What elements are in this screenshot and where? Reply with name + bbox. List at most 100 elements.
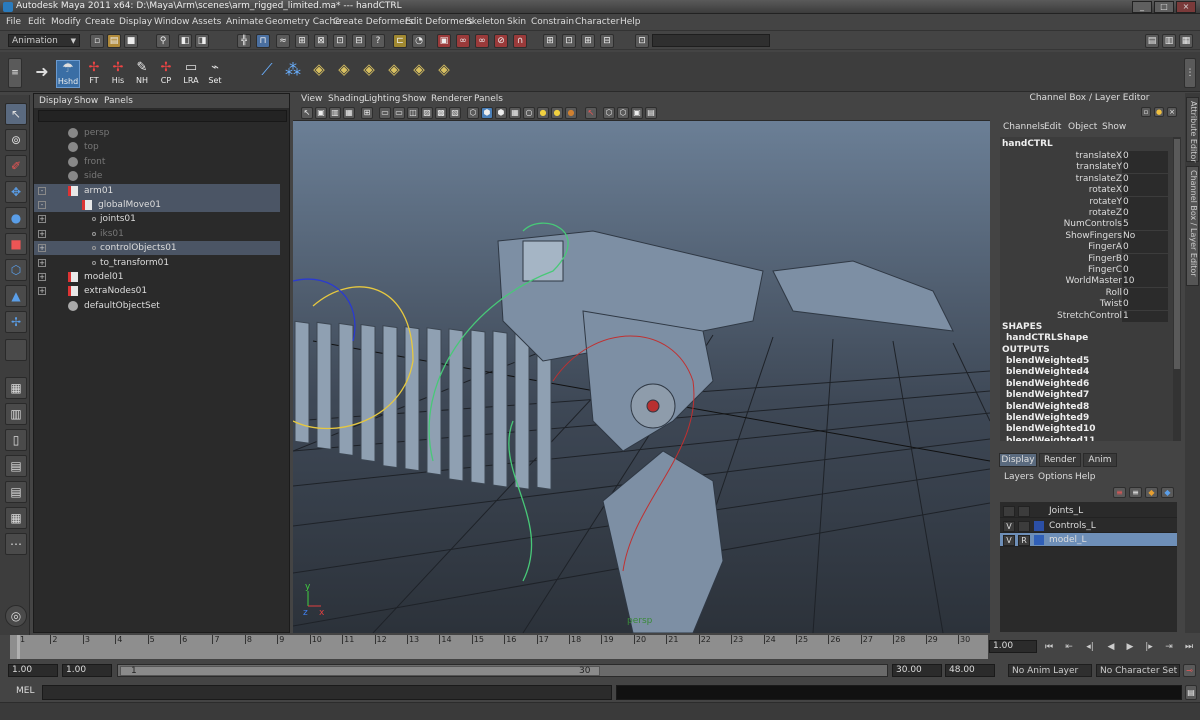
channel-row[interactable]: translateZ 0 bbox=[1000, 173, 1173, 185]
channel-row[interactable]: ShowFingers No bbox=[1000, 230, 1173, 242]
grid-icon[interactable]: ⊞ bbox=[361, 107, 373, 119]
outliner-menu-panels[interactable]: Panels bbox=[104, 96, 133, 106]
universal-manipulator-icon[interactable]: ⬡ bbox=[5, 259, 27, 281]
current-frame-field[interactable]: 1.00 bbox=[989, 640, 1037, 653]
channel-value[interactable]: 0 bbox=[1122, 162, 1168, 174]
render-current-frame-icon[interactable]: ▣ bbox=[437, 34, 451, 48]
panel-close-icon[interactable]: × bbox=[1167, 107, 1177, 117]
channel-box-scrollbar[interactable] bbox=[1173, 137, 1181, 441]
script-editor-icon[interactable]: ▤ bbox=[1185, 685, 1197, 700]
menu-edit-deformers[interactable]: Edit Deformers bbox=[405, 17, 473, 27]
scale-tool-icon[interactable]: ■ bbox=[5, 233, 27, 255]
channel-name[interactable]: NumControls bbox=[1064, 219, 1122, 229]
layer-visibility-toggle[interactable]: V bbox=[1003, 520, 1015, 532]
channel-name[interactable]: rotateY bbox=[1089, 197, 1122, 207]
channel-row[interactable]: Twist 0 bbox=[1000, 299, 1173, 311]
layout-extra-icon[interactable]: ⋯ bbox=[5, 533, 27, 555]
tab-render[interactable]: Render bbox=[1039, 453, 1081, 467]
play-backward-icon[interactable]: ◀ bbox=[1104, 641, 1118, 654]
snap-curve-icon[interactable]: ⊓ bbox=[256, 34, 270, 48]
menu-create-deformers[interactable]: Create Deformers bbox=[333, 17, 413, 27]
select-camera-icon[interactable]: ↖ bbox=[301, 107, 313, 119]
help-question-icon[interactable]: ? bbox=[371, 34, 385, 48]
menuset-dropdown[interactable]: Animation ▼ bbox=[8, 34, 80, 47]
layer-reference-toggle[interactable]: R bbox=[1018, 535, 1030, 546]
channel-value[interactable]: 0 bbox=[1122, 253, 1168, 265]
channel-row[interactable]: StretchControl 1 bbox=[1000, 310, 1173, 322]
range-bar[interactable]: 1 30 bbox=[117, 664, 888, 677]
shelf-button-lra[interactable]: ▭ LRA bbox=[179, 60, 203, 88]
expand-icon[interactable]: + bbox=[38, 215, 46, 224]
detach-skin-icon[interactable]: ◈ bbox=[357, 60, 381, 88]
animation-start-field[interactable]: 1.00 bbox=[8, 664, 58, 677]
outliner-menu-show[interactable]: Show bbox=[74, 96, 98, 106]
outliner-item[interactable]: defaultObjectSet bbox=[34, 299, 280, 313]
graph-editor-icon[interactable]: ⊞ bbox=[581, 34, 595, 48]
snap-grid-icon[interactable]: ╬ bbox=[237, 34, 251, 48]
show-attribute-editor-icon[interactable]: ▤ bbox=[1145, 34, 1159, 48]
layer-color-swatch[interactable] bbox=[1034, 535, 1044, 545]
layer-row[interactable]: V Rmodel_L bbox=[1000, 533, 1177, 547]
help-bulb-icon[interactable]: ● bbox=[1154, 107, 1164, 117]
channel-row[interactable]: translateX 0 bbox=[1000, 151, 1173, 162]
joint-tool-icon[interactable]: ⟋ bbox=[255, 60, 279, 88]
soft-mod-icon[interactable]: ▲ bbox=[5, 285, 27, 307]
select-hierarchy-icon[interactable]: ⚲ bbox=[156, 34, 170, 48]
tab-anim[interactable]: Anim bbox=[1083, 453, 1117, 467]
channel-value[interactable]: 0 bbox=[1122, 265, 1168, 276]
xray-icon[interactable]: ⬡ bbox=[603, 107, 615, 119]
outliner-item[interactable]: + joints01 bbox=[34, 212, 280, 226]
viewport-menu-renderer[interactable]: Renderer bbox=[431, 94, 472, 104]
open-scene-icon[interactable]: ▤ bbox=[107, 34, 121, 48]
layer-visibility-toggle[interactable] bbox=[1003, 506, 1015, 517]
step-forward-key-icon[interactable]: ⇥ bbox=[1162, 641, 1176, 654]
save-scene-icon[interactable]: ■ bbox=[124, 34, 138, 48]
render-settings-icon[interactable]: ∞ bbox=[475, 34, 489, 48]
tab-attribute-editor[interactable]: Attribute Editor bbox=[1186, 97, 1199, 163]
channel-value[interactable]: 0 bbox=[1122, 196, 1168, 208]
channel-name[interactable]: translateY bbox=[1076, 162, 1122, 172]
menu-animate[interactable]: Animate bbox=[226, 17, 264, 27]
outliner-item[interactable]: + to_transform01 bbox=[34, 256, 280, 270]
channel-name[interactable]: Roll bbox=[1106, 288, 1122, 298]
outliner-menu-display[interactable]: Display bbox=[39, 96, 72, 106]
magnet-icon[interactable]: ∩ bbox=[513, 34, 527, 48]
channel-name[interactable]: FingerB bbox=[1088, 254, 1122, 264]
copy-weights-icon[interactable]: ◈ bbox=[407, 60, 431, 88]
animation-end-field[interactable]: 48.00 bbox=[945, 664, 995, 677]
channel-name[interactable]: Twist bbox=[1100, 299, 1122, 309]
menu-window[interactable]: Window bbox=[154, 17, 190, 27]
image-plane-icon[interactable]: ▦ bbox=[343, 107, 355, 119]
menu-geometry-cache[interactable]: Geometry Cache bbox=[265, 17, 341, 27]
output-node[interactable]: blendWeighted10 bbox=[1006, 424, 1096, 434]
channel-row[interactable]: FingerA 0 bbox=[1000, 242, 1173, 254]
menu-modify[interactable]: Modify bbox=[51, 17, 81, 27]
new-scene-icon[interactable]: ▫ bbox=[90, 34, 104, 48]
ik-handle-icon[interactable]: ⁂ bbox=[281, 60, 305, 88]
bookmark-icon[interactable]: ▥ bbox=[329, 107, 341, 119]
hypergraph-icon[interactable]: ⊞ bbox=[543, 34, 557, 48]
collapse-icon[interactable]: - bbox=[38, 186, 46, 195]
resolution-gate-icon[interactable]: ▭ bbox=[393, 107, 405, 119]
layer-menu-layers[interactable]: Layers bbox=[1004, 472, 1034, 482]
menu-edit[interactable]: Edit bbox=[28, 17, 45, 27]
field-chart-icon[interactable]: ▨ bbox=[421, 107, 433, 119]
channel-name[interactable]: FingerC bbox=[1088, 265, 1122, 275]
output-node[interactable]: blendWeighted5 bbox=[1006, 356, 1089, 366]
playback-start-field[interactable]: 1.00 bbox=[62, 664, 112, 677]
channel-name[interactable]: StretchControl bbox=[1057, 311, 1122, 321]
shadows-icon[interactable]: ● bbox=[551, 107, 563, 119]
object-name[interactable]: handCTRL bbox=[1002, 139, 1053, 149]
channel-value[interactable]: 0 bbox=[1122, 242, 1168, 254]
outliner-item[interactable]: side bbox=[34, 169, 280, 183]
film-gate-icon[interactable]: ▭ bbox=[379, 107, 391, 119]
layout-four-icon[interactable]: ▥ bbox=[5, 403, 27, 425]
dock-icon[interactable]: ▫ bbox=[1141, 107, 1151, 117]
channel-menu-edit[interactable]: Edit bbox=[1044, 122, 1061, 132]
collapse-icon[interactable]: - bbox=[38, 201, 46, 209]
layer-visibility-toggle[interactable]: V bbox=[1003, 535, 1015, 546]
ipr-render-icon[interactable]: ∞ bbox=[456, 34, 470, 48]
expand-icon[interactable]: + bbox=[38, 273, 46, 281]
shelf-menu-icon[interactable]: ≡ bbox=[8, 58, 22, 88]
outliner-item[interactable]: + iks01 bbox=[34, 227, 280, 241]
